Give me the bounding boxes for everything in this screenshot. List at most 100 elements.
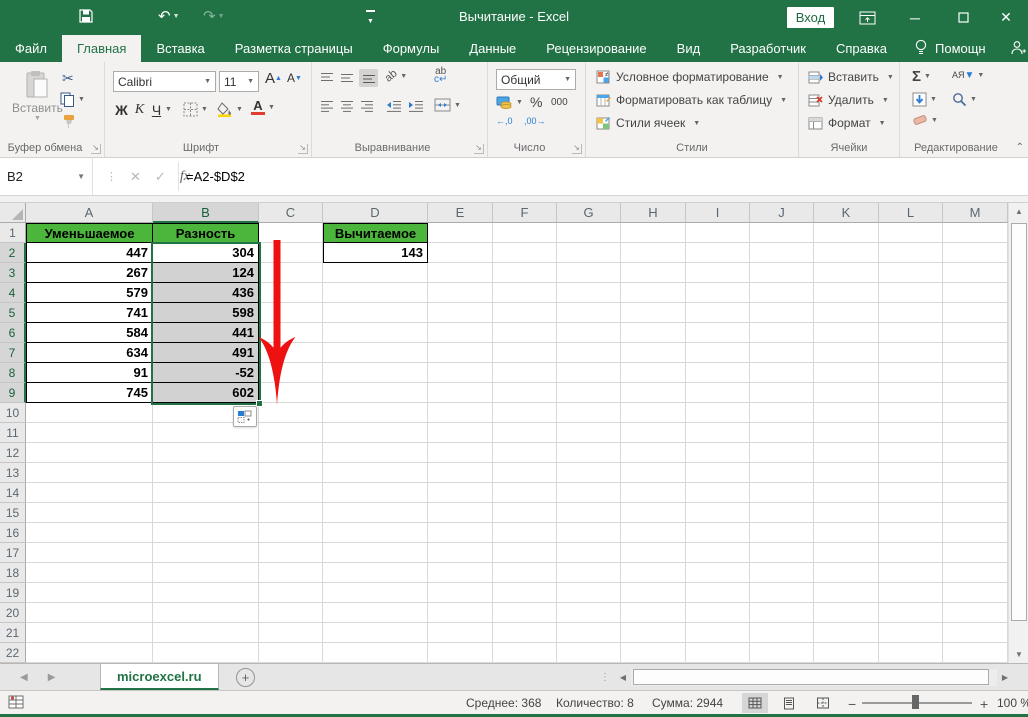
- conditional-formatting-button[interactable]: ≠ Условное форматирование▼: [596, 70, 784, 84]
- cell-A5[interactable]: 741: [26, 303, 153, 323]
- cell-D11[interactable]: [323, 423, 428, 443]
- fill-color-button[interactable]: ▼: [217, 102, 243, 117]
- collapse-ribbon-icon[interactable]: ⌃: [1016, 142, 1024, 153]
- cell-G10[interactable]: [557, 403, 621, 423]
- view-page-layout-button[interactable]: [776, 693, 802, 713]
- close-button[interactable]: ✕: [984, 0, 1028, 35]
- cell-G9[interactable]: [557, 383, 621, 403]
- cell-F17[interactable]: [493, 543, 557, 563]
- scroll-right-icon[interactable]: ▶: [997, 669, 1013, 686]
- cell-M2[interactable]: [943, 243, 1008, 263]
- cell-K12[interactable]: [814, 443, 879, 463]
- cell-G16[interactable]: [557, 523, 621, 543]
- cell-F19[interactable]: [493, 583, 557, 603]
- cell-D17[interactable]: [323, 543, 428, 563]
- cell-B4[interactable]: 436: [153, 283, 259, 303]
- cell-F15[interactable]: [493, 503, 557, 523]
- font-color-button[interactable]: А ▼: [251, 100, 275, 115]
- percent-style-button[interactable]: %: [530, 94, 542, 110]
- row-header-22[interactable]: 22: [0, 643, 26, 663]
- assistant-item[interactable]: Помощн: [902, 39, 998, 59]
- cell-L9[interactable]: [879, 383, 943, 403]
- cell-G4[interactable]: [557, 283, 621, 303]
- cell-K8[interactable]: [814, 363, 879, 383]
- row-header-9[interactable]: 9: [0, 383, 26, 403]
- cell-A10[interactable]: [26, 403, 153, 423]
- cell-C21[interactable]: [259, 623, 323, 643]
- cell-B16[interactable]: [153, 523, 259, 543]
- cell-D20[interactable]: [323, 603, 428, 623]
- cell-K19[interactable]: [814, 583, 879, 603]
- row-header-12[interactable]: 12: [0, 443, 26, 463]
- cell-E6[interactable]: [428, 323, 493, 343]
- row-header-5[interactable]: 5: [0, 303, 26, 323]
- cell-A4[interactable]: 579: [26, 283, 153, 303]
- cell-B8[interactable]: -52: [153, 363, 259, 383]
- decrease-font-button[interactable]: A▼: [287, 71, 302, 85]
- cell-K15[interactable]: [814, 503, 879, 523]
- cell-L12[interactable]: [879, 443, 943, 463]
- cell-H21[interactable]: [621, 623, 686, 643]
- horizontal-scroll-thumb[interactable]: [633, 669, 989, 685]
- cell-M4[interactable]: [943, 283, 1008, 303]
- vertical-scroll-thumb[interactable]: [1011, 223, 1027, 621]
- cell-B14[interactable]: [153, 483, 259, 503]
- cell-D1[interactable]: Вычитаемое: [323, 223, 428, 243]
- row-header-11[interactable]: 11: [0, 423, 26, 443]
- cell-G8[interactable]: [557, 363, 621, 383]
- cell-C20[interactable]: [259, 603, 323, 623]
- insert-cells-button[interactable]: Вставить▼: [808, 70, 894, 84]
- copy-icon[interactable]: ▼: [60, 92, 85, 107]
- cell-A18[interactable]: [26, 563, 153, 583]
- cell-B22[interactable]: [153, 643, 259, 663]
- alignment-dialog-launcher[interactable]: ↘: [474, 144, 484, 154]
- cut-icon[interactable]: ✂: [62, 70, 74, 87]
- clipboard-dialog-launcher[interactable]: ↘: [91, 144, 101, 154]
- cell-M6[interactable]: [943, 323, 1008, 343]
- cell-E9[interactable]: [428, 383, 493, 403]
- cell-K14[interactable]: [814, 483, 879, 503]
- cell-styles-button[interactable]: Стили ячеек▼: [596, 116, 700, 130]
- row-header-19[interactable]: 19: [0, 583, 26, 603]
- cell-G21[interactable]: [557, 623, 621, 643]
- row-header-16[interactable]: 16: [0, 523, 26, 543]
- macro-record-icon[interactable]: [8, 695, 24, 712]
- cell-M5[interactable]: [943, 303, 1008, 323]
- column-header-C[interactable]: C: [259, 203, 323, 223]
- cell-J8[interactable]: [750, 363, 814, 383]
- cell-K3[interactable]: [814, 263, 879, 283]
- status-count[interactable]: Количество: 8: [556, 696, 634, 710]
- cell-H2[interactable]: [621, 243, 686, 263]
- cell-G6[interactable]: [557, 323, 621, 343]
- cell-H4[interactable]: [621, 283, 686, 303]
- cell-I13[interactable]: [686, 463, 750, 483]
- cell-A19[interactable]: [26, 583, 153, 603]
- cell-L16[interactable]: [879, 523, 943, 543]
- cell-L2[interactable]: [879, 243, 943, 263]
- cell-A14[interactable]: [26, 483, 153, 503]
- cell-H5[interactable]: [621, 303, 686, 323]
- decrease-indent-button[interactable]: [386, 100, 402, 112]
- cell-K18[interactable]: [814, 563, 879, 583]
- tab-developer[interactable]: Разработчик: [715, 35, 821, 62]
- cell-I3[interactable]: [686, 263, 750, 283]
- cell-A6[interactable]: 584: [26, 323, 153, 343]
- name-box[interactable]: B2 ▼: [0, 158, 93, 195]
- cell-B17[interactable]: [153, 543, 259, 563]
- cell-K16[interactable]: [814, 523, 879, 543]
- tab-page-layout[interactable]: Разметка страницы: [220, 35, 368, 62]
- autofill-options-button[interactable]: [233, 406, 257, 427]
- cell-B5[interactable]: 598: [153, 303, 259, 323]
- cell-B21[interactable]: [153, 623, 259, 643]
- cell-H15[interactable]: [621, 503, 686, 523]
- wrap-text-button[interactable]: abc↵: [434, 68, 447, 84]
- tab-formulas[interactable]: Формулы: [368, 35, 455, 62]
- cell-G3[interactable]: [557, 263, 621, 283]
- cell-I2[interactable]: [686, 243, 750, 263]
- font-name-combo[interactable]: Calibri▼: [113, 71, 216, 92]
- row-header-7[interactable]: 7: [0, 343, 26, 363]
- cell-B12[interactable]: [153, 443, 259, 463]
- cell-A9[interactable]: 745: [26, 383, 153, 403]
- cell-K11[interactable]: [814, 423, 879, 443]
- cell-D7[interactable]: [323, 343, 428, 363]
